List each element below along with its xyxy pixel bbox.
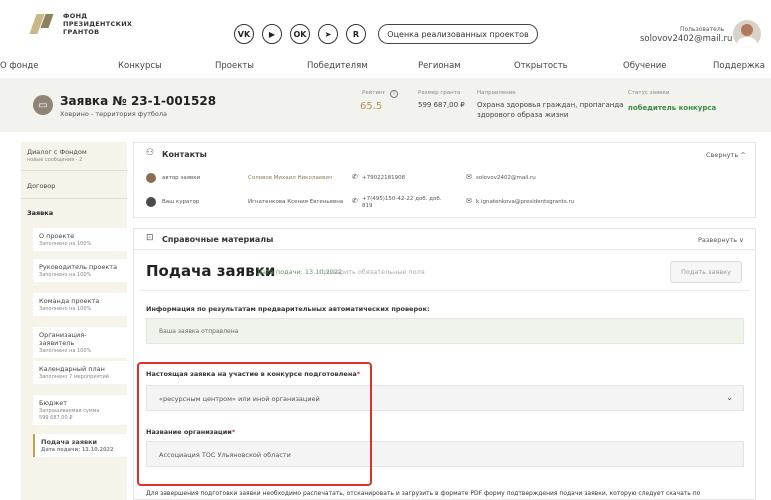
grant-value: 599 687,00 ₽: [418, 101, 465, 109]
highlight-frame: [137, 362, 372, 486]
nav-item-winners[interactable]: Победителям: [307, 61, 368, 71]
rutube-icon[interactable]: R: [346, 24, 366, 44]
check-info-heading: Информация по результатам предварительны…: [146, 305, 430, 313]
contact-role: Ваш куратор: [162, 199, 200, 205]
check-result-box: Ваша заявка отправлена: [146, 318, 744, 344]
nav-item-learning[interactable]: Обучение: [623, 61, 667, 71]
contact-name: Игнатенкова Ксения Евгеньевна: [248, 199, 344, 205]
sidebar: Диалог с Фондом новые сообщения - 2 Дого…: [21, 142, 127, 500]
chevron-down-icon: ⌄: [726, 393, 733, 402]
direction-value-line1: Охрана здоровья граждан, пропаганда: [477, 101, 624, 109]
collapse-contacts-button[interactable]: Свернуть ^: [706, 151, 746, 159]
user-email[interactable]: solovov2402@mail.ru: [640, 34, 732, 44]
user-role-label: Пользователь: [680, 26, 725, 33]
sidebar-item-calendar[interactable]: Календарный план Заполнено 7 мероприятий: [33, 361, 127, 384]
nav-item-about[interactable]: О фонде: [0, 61, 39, 71]
direction-label: Направление: [477, 90, 516, 96]
contact-role: автор заявки: [162, 175, 201, 181]
rating-label: Рейтинг: [362, 90, 386, 96]
sidebar-item-project-lead[interactable]: Руководитель проекта Заполнено на 100%: [33, 259, 127, 282]
logo-mark-icon: [29, 14, 57, 34]
status-value: победитель конкурса: [628, 104, 717, 112]
sidebar-divider: [21, 170, 127, 171]
logo-text: ФОНД ПРЕЗИДЕНТСКИХ ГРАНТОВ: [63, 12, 133, 36]
status-label: Статус заявки: [628, 90, 670, 96]
references-title: Справочные материалы: [162, 235, 274, 244]
main-nav: О фонде Конкурсы Проекты Победителям Рег…: [0, 58, 771, 76]
nav-item-projects[interactable]: Проекты: [215, 61, 254, 71]
application-subtitle: Ховрино - территория футбола: [60, 110, 167, 118]
mail-icon: ✉: [466, 173, 472, 181]
sidebar-divider: [21, 198, 127, 199]
nav-item-contests[interactable]: Конкурсы: [118, 61, 162, 71]
curator-avatar: [146, 197, 156, 207]
submission-instructions: Для завершения подготовки заявки необход…: [146, 490, 701, 497]
contact-email[interactable]: k.ignatenkova@presidentsgrants.ru: [476, 199, 574, 205]
expand-references-button[interactable]: Развернуть ∨: [698, 236, 744, 244]
author-avatar: [146, 173, 156, 183]
briefcase-icon: ▭: [33, 95, 53, 115]
rating-value: 65.5: [360, 101, 383, 112]
reference-materials-panel: ⊡ Справочные материалы Развернуть ∨: [133, 228, 756, 250]
sidebar-item-application[interactable]: Заявка: [27, 209, 127, 217]
submit-application-button[interactable]: Подать заявку: [670, 261, 742, 283]
sidebar-item-budget[interactable]: Бюджет Запрашиваемая сумма 599 687,00 ₽: [33, 395, 127, 425]
contact-name[interactable]: Соловов Михаил Николаевич: [248, 175, 332, 181]
sidebar-item-organization[interactable]: Организация-заявитель Заполнено на 100%: [33, 327, 127, 358]
nav-item-regions[interactable]: Регионам: [418, 61, 461, 71]
sidebar-item-about-project[interactable]: О проекте Заполнено на 100%: [33, 228, 127, 251]
contact-row: автор заявки Соловов Михаил Николаевич ✆…: [134, 167, 755, 191]
submission-title: Подача заявки: [146, 262, 276, 280]
odnoklassniki-icon[interactable]: OK: [290, 24, 310, 44]
vk-icon[interactable]: VK: [234, 24, 254, 44]
contact-phone[interactable]: +7(495)150-42-22 доб. доб. 819: [362, 196, 452, 210]
top-header: ФОНД ПРЕЗИДЕНТСКИХ ГРАНТОВ VK ▶ OK ➤ R О…: [0, 0, 771, 56]
check-result-text: Ваша заявка отправлена: [159, 328, 239, 335]
phone-icon: ✆: [352, 173, 358, 181]
info-icon[interactable]: i: [390, 90, 398, 98]
fund-logo[interactable]: ФОНД ПРЕЗИДЕНТСКИХ ГРАНТОВ: [29, 12, 143, 48]
contacts-panel: ⚇ Контакты Свернуть ^ автор заявки Солов…: [133, 142, 756, 218]
sidebar-item-submission[interactable]: Подача заявки Дата подачи: 13.10.2022: [33, 434, 127, 457]
evaluate-projects-button[interactable]: Оценка реализованных проектов: [378, 24, 538, 44]
user-avatar[interactable]: [733, 20, 761, 48]
application-title: Заявка № 23-1-001528: [60, 94, 217, 108]
contacts-title: Контакты: [162, 150, 207, 159]
telegram-icon[interactable]: ➤: [318, 24, 338, 44]
section-divider: [140, 290, 750, 291]
contact-row: Ваш куратор Игнатенкова Ксения Евгеньевн…: [134, 191, 755, 215]
nav-item-openness[interactable]: Открытость: [514, 61, 568, 71]
check-required-fields-link[interactable]: Проверить обязательные поля: [319, 268, 425, 276]
direction-value-line2: здорового образа жизни: [477, 111, 569, 119]
contact-phone[interactable]: +79022181908: [362, 175, 405, 181]
sidebar-item-dialog[interactable]: Диалог с Фондом новые сообщения - 2: [27, 148, 127, 163]
nav-item-support[interactable]: Поддержка: [713, 61, 765, 71]
grant-label: Размер гранта: [418, 90, 461, 96]
mail-icon: ✉: [466, 197, 472, 205]
phone-icon: ✆: [352, 197, 358, 205]
book-icon: ⊡: [146, 233, 154, 243]
sidebar-item-contract[interactable]: Договор: [27, 182, 127, 190]
contact-email[interactable]: solovov2402@mail.ru: [476, 175, 536, 181]
sidebar-item-project-team[interactable]: Команда проекта Заполнено на 100%: [33, 293, 127, 316]
youtube-icon[interactable]: ▶: [262, 24, 282, 44]
people-icon: ⚇: [146, 148, 155, 158]
